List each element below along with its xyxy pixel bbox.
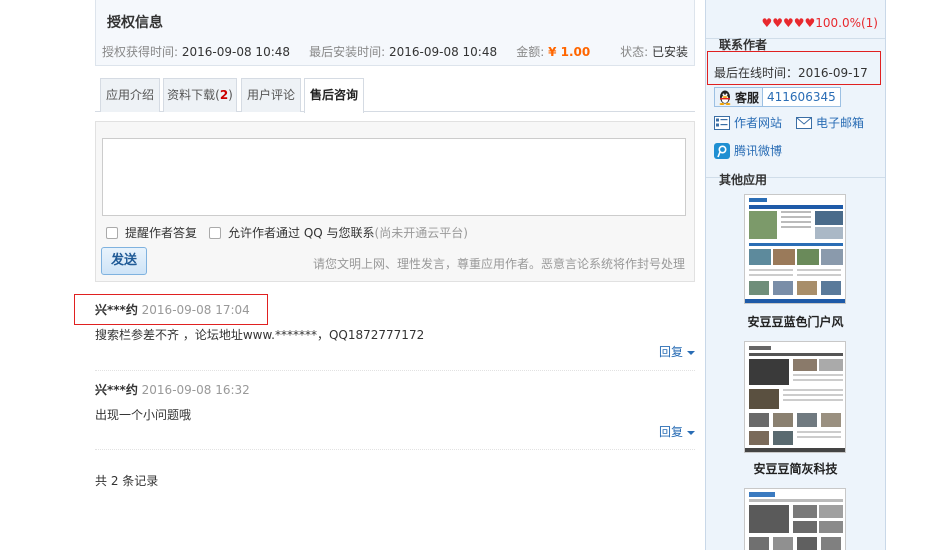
app-screenshot-image <box>745 489 845 550</box>
allow-qq-label: 允许作者通过 QQ 与您联系 <box>228 226 375 240</box>
app-thumbnail[interactable] <box>744 341 846 453</box>
email-icon <box>796 116 813 129</box>
reply-button[interactable]: 回复 <box>659 423 695 440</box>
comment-text: 出现一个小问题哦 <box>95 408 192 422</box>
obtain-label: 授权获得时间: <box>102 45 179 59</box>
comment-header: 兴***约 2016-09-08 16:32 <box>95 381 695 398</box>
allow-qq-checkbox[interactable] <box>209 226 222 239</box>
app-thumbnail[interactable] <box>744 488 846 550</box>
install-time: 2016-09-08 10:48 <box>388 45 498 59</box>
other-apps-title: 其他应用 <box>719 173 768 187</box>
website-icon <box>714 115 730 130</box>
app-name[interactable]: 安豆豆蓝色门户风 <box>706 313 885 330</box>
email-link[interactable]: 电子邮箱 <box>796 114 864 131</box>
comment-item: 兴***约 2016-09-08 16:32 出现一个小问题哦 回复 <box>95 381 695 439</box>
status-label: 状态: <box>620 45 649 59</box>
tab-label: 资料下载( <box>167 88 220 102</box>
tab-after-sales[interactable]: 售后咨询 <box>304 78 364 113</box>
heart-icon: ♥♥♥♥♥ <box>761 16 816 30</box>
status-value: 已安装 <box>651 45 688 59</box>
tab-app-intro[interactable]: 应用介绍 <box>100 78 160 112</box>
allow-qq-note: (尚未开通云平台) <box>374 226 468 240</box>
comment-text: 搜索栏参差不齐 ，论坛地址www.*******，QQ1872777172 <box>95 328 425 342</box>
obtain-time: 2016-09-08 10:48 <box>181 45 291 59</box>
highlight-box <box>74 294 268 325</box>
tab-label: 售后咨询 <box>309 88 358 102</box>
auth-info-panel: 授权信息 授权获得时间: 2016-09-08 10:48 最后安装时间: 20… <box>95 0 695 66</box>
chevron-down-icon <box>687 350 695 355</box>
tab-label: 用户评论 <box>246 88 295 102</box>
qq-contact: 客服 411606345 <box>714 87 841 107</box>
options-row: 提醒作者答复 允许作者通过 QQ 与您联系 (尚未开通云平台) <box>106 224 468 241</box>
comment-divider <box>95 449 695 450</box>
tab-downloads[interactable]: 资料下载(2) <box>163 78 237 112</box>
sidebar: ♥♥♥♥♥100.0%(1) 联系作者 最后在线时间：2016-09-17 客服… <box>705 0 886 550</box>
app-thumbnail[interactable] <box>744 194 846 304</box>
qq-number[interactable]: 411606345 <box>762 87 841 107</box>
email-label: 电子邮箱 <box>816 116 865 130</box>
auth-title: 授权信息 <box>107 15 163 31</box>
amount-value: ¥ 1.00 <box>548 45 591 59</box>
page-margin <box>887 0 933 550</box>
qq-service-label: 客服 <box>735 90 760 105</box>
weibo-label: 腾讯微博 <box>734 144 783 158</box>
app-name[interactable]: 安豆豆简灰科技 <box>706 460 885 477</box>
tab-label: 应用介绍 <box>105 88 154 102</box>
tab-user-comments[interactable]: 用户评论 <box>241 78 301 112</box>
reply-label: 回复 <box>658 425 683 439</box>
download-count: 2 <box>219 88 229 102</box>
amount-label: 金额: <box>516 45 545 59</box>
comment-user: 兴***约 <box>95 383 138 397</box>
chevron-down-icon <box>687 430 695 435</box>
civility-notice: 请您文明上网、理性发言，尊重应用作者。恶意言论系统将作封号处理 <box>312 257 685 271</box>
remind-author-checkbox[interactable] <box>106 226 118 239</box>
total-records: 共 2 条记录 <box>95 474 159 488</box>
contact-links: 作者网站 电子邮箱 <box>714 114 878 131</box>
auth-status: 状态: 已安装 <box>620 43 688 60</box>
message-input[interactable] <box>102 138 686 216</box>
author-website-label: 作者网站 <box>734 116 783 130</box>
rating-value: 100.0%(1) <box>815 16 878 30</box>
highlight-box <box>707 51 881 85</box>
install-label: 最后安装时间: <box>309 45 386 59</box>
author-website-link[interactable]: 作者网站 <box>714 114 782 131</box>
qq-service-button[interactable]: 客服 <box>714 87 764 107</box>
tencent-weibo-link[interactable]: 腾讯微博 <box>714 142 782 159</box>
reply-label: 回复 <box>658 345 683 359</box>
app-screenshot-image <box>745 195 845 303</box>
comment-divider <box>95 370 695 371</box>
rating: ♥♥♥♥♥100.0%(1) <box>761 16 878 30</box>
auth-details: 授权获得时间: 2016-09-08 10:48 最后安装时间: 2016-09… <box>102 43 590 60</box>
comment-time: 2016-09-08 16:32 <box>141 383 250 397</box>
remind-author-label: 提醒作者答复 <box>125 226 198 240</box>
weibo-icon <box>714 142 730 159</box>
reply-button[interactable]: 回复 <box>659 343 695 360</box>
weibo-row: 腾讯微博 <box>714 142 796 159</box>
tab-label-suffix: ) <box>228 88 233 102</box>
qq-penguin-icon <box>719 90 731 105</box>
consult-form: 提醒作者答复 允许作者通过 QQ 与您联系 (尚未开通云平台) 发送 请您文明上… <box>95 121 695 282</box>
app-screenshot-image <box>745 342 845 452</box>
send-button[interactable]: 发送 <box>101 247 147 275</box>
